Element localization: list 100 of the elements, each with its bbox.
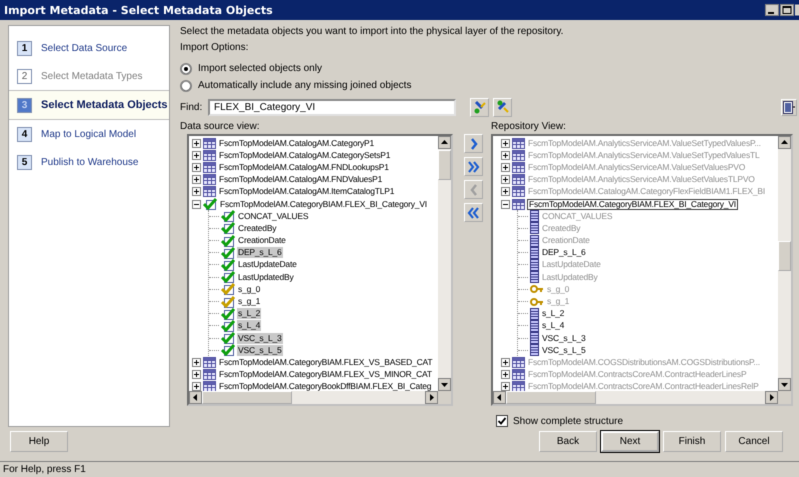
tree-table-item[interactable]: FscmTopModelAM.CategoryBIAM.FLEX_BI_Category_VI <box>527 198 738 210</box>
scroll-up-icon <box>778 136 791 149</box>
key-icon <box>530 296 544 307</box>
radio-button[interactable] <box>180 62 192 74</box>
tree-column-item[interactable]: VSC_s_L_5 <box>541 344 587 356</box>
expand-icon[interactable] <box>192 370 201 380</box>
expand-icon[interactable] <box>501 162 510 172</box>
tree-column-item[interactable]: VSC_s_L_5 <box>237 344 283 356</box>
tree-column-item[interactable]: CreationDate <box>237 235 287 246</box>
wizard-button[interactable]: Back <box>539 430 597 452</box>
tree-column-item[interactable]: LastUpdateDate <box>237 259 298 270</box>
tree-column-item[interactable]: LastUpdatedBy <box>237 272 295 283</box>
tree-table-item[interactable]: FscmTopModelAM.CategoryBIAM.FLEX_VS_BASED_CAT <box>218 356 434 368</box>
properties-button[interactable] <box>781 98 797 116</box>
table-icon <box>203 186 216 198</box>
checkbox-label[interactable]: Show complete structure <box>513 416 624 426</box>
table-icon <box>203 381 216 391</box>
step-number: 1 <box>17 40 32 56</box>
expand-icon[interactable] <box>501 382 510 391</box>
table-icon <box>512 162 525 173</box>
find-previous-button[interactable] <box>493 98 512 116</box>
table-icon <box>512 356 525 368</box>
column-icon <box>530 246 539 259</box>
tree-table-item[interactable]: FscmTopModelAM.CatalogAM.FNDValuesP1 <box>218 174 384 186</box>
tree-column-item[interactable]: s_g_1 <box>237 296 262 308</box>
tree-column-item[interactable]: s_L_2 <box>541 308 566 320</box>
expand-icon[interactable] <box>501 370 510 380</box>
tree-column-item[interactable]: s_L_4 <box>237 320 262 332</box>
radio-label[interactable]: Automatically include any missing joined objects <box>198 80 412 91</box>
find-next-button[interactable] <box>470 98 489 116</box>
horizontal-scrollbar[interactable] <box>493 391 778 404</box>
data-source-tree[interactable] <box>187 134 453 406</box>
column-icon <box>530 332 539 344</box>
vertical-scrollbar[interactable] <box>778 136 791 391</box>
tree-table-item[interactable]: FscmTopModelAM.CatalogAM.CategoryP1 <box>218 138 376 149</box>
expand-icon[interactable] <box>501 138 510 148</box>
wizard-button[interactable]: Finish <box>663 430 721 452</box>
checkbox[interactable] <box>496 415 508 427</box>
wizard-step[interactable]: 1 Select Data Source <box>9 34 169 62</box>
expand-icon[interactable] <box>192 382 201 391</box>
expand-icon[interactable] <box>501 187 510 196</box>
table-icon <box>203 356 216 368</box>
tree-table-item[interactable]: FscmTopModelAM.CategoryBIAM.FLEX_VS_MINOR_CAT <box>218 369 433 380</box>
chevron-icon <box>466 204 480 220</box>
expand-icon[interactable] <box>192 138 201 148</box>
table-icon <box>512 186 525 198</box>
tree-column-item[interactable]: s_L_2 <box>237 308 262 320</box>
table-icon <box>203 162 216 173</box>
scroll-thumb[interactable] <box>438 150 451 180</box>
tree-column-item[interactable]: VSC_s_L_3 <box>541 332 587 344</box>
expand-icon[interactable] <box>192 175 201 184</box>
column-icon <box>530 320 539 332</box>
radio-button[interactable] <box>180 80 192 92</box>
column-icon <box>530 308 539 320</box>
column-icon <box>530 344 539 356</box>
scroll-thumb[interactable] <box>778 241 791 271</box>
tree-column-item[interactable]: s_L_4 <box>541 320 566 332</box>
add-button[interactable] <box>464 134 482 153</box>
scrollbar-corner <box>778 391 791 404</box>
tree-table-item[interactable]: FscmTopModelAM.CategoryBookDffBIAM.FLEX_BI_Categ <box>218 381 432 391</box>
tree-table-item[interactable]: FscmTopModelAM.CatalogAM.FNDLookupsP1 <box>218 162 390 173</box>
collapse-icon[interactable] <box>192 200 201 209</box>
tree-column-item[interactable]: DEP_s_L_6 <box>237 247 283 258</box>
tree-table-item[interactable]: FscmTopModelAM.CategoryBIAM.FLEX_BI_Category_VI <box>219 198 428 210</box>
collapse-icon[interactable] <box>501 200 510 209</box>
wizard-step[interactable]: 5 Publish to Warehouse <box>9 148 169 176</box>
expand-icon[interactable] <box>192 358 201 367</box>
expand-icon[interactable] <box>192 162 201 172</box>
wizard-button[interactable]: Cancel <box>725 430 783 452</box>
tree-column-item[interactable]: CONCAT_VALUES <box>237 210 310 222</box>
tree-column-item[interactable]: CreatedBy <box>237 222 278 234</box>
column-icon <box>530 210 539 222</box>
wizard-step[interactable]: 3 Select Metadata Objects <box>9 90 169 120</box>
expand-icon[interactable] <box>501 175 510 184</box>
column-icon <box>530 234 539 247</box>
maximize-icon <box>780 4 794 16</box>
radio-label[interactable]: Import selected objects only <box>198 63 322 74</box>
wizard-button[interactable]: Next <box>601 430 659 452</box>
scroll-thumb[interactable] <box>202 391 292 404</box>
vertical-scrollbar[interactable] <box>438 136 451 391</box>
repository-tree[interactable] <box>491 134 793 406</box>
expand-icon[interactable] <box>192 187 201 196</box>
tree-column-item[interactable]: VSC_s_L_3 <box>237 332 283 344</box>
expand-icon[interactable] <box>192 150 201 160</box>
expand-icon[interactable] <box>501 150 510 160</box>
help-button[interactable]: Help <box>10 430 68 452</box>
remove-all-button[interactable] <box>464 203 482 222</box>
horizontal-scrollbar[interactable] <box>189 391 438 404</box>
wizard-step[interactable]: 4 Map to Logical Model <box>9 120 169 148</box>
scroll-thumb[interactable] <box>506 391 596 404</box>
tree-table-item[interactable]: FscmTopModelAM.CatalogAM.CategorySetsP1 <box>218 150 392 161</box>
find-field[interactable]: FLEX_BI_Category_VI <box>208 98 456 116</box>
tree-column-item[interactable]: DEP_s_L_6 <box>541 247 587 258</box>
expand-icon[interactable] <box>501 358 510 367</box>
scroll-down-icon <box>778 378 791 391</box>
scroll-right-icon <box>425 391 438 404</box>
tree-column-item[interactable]: s_g_0 <box>237 284 262 295</box>
tree-table-item[interactable]: FscmTopModelAM.CatalogAM.ItemCatalogTLP1 <box>218 186 396 198</box>
step-number: 4 <box>17 126 32 142</box>
add-all-button[interactable] <box>464 157 482 176</box>
